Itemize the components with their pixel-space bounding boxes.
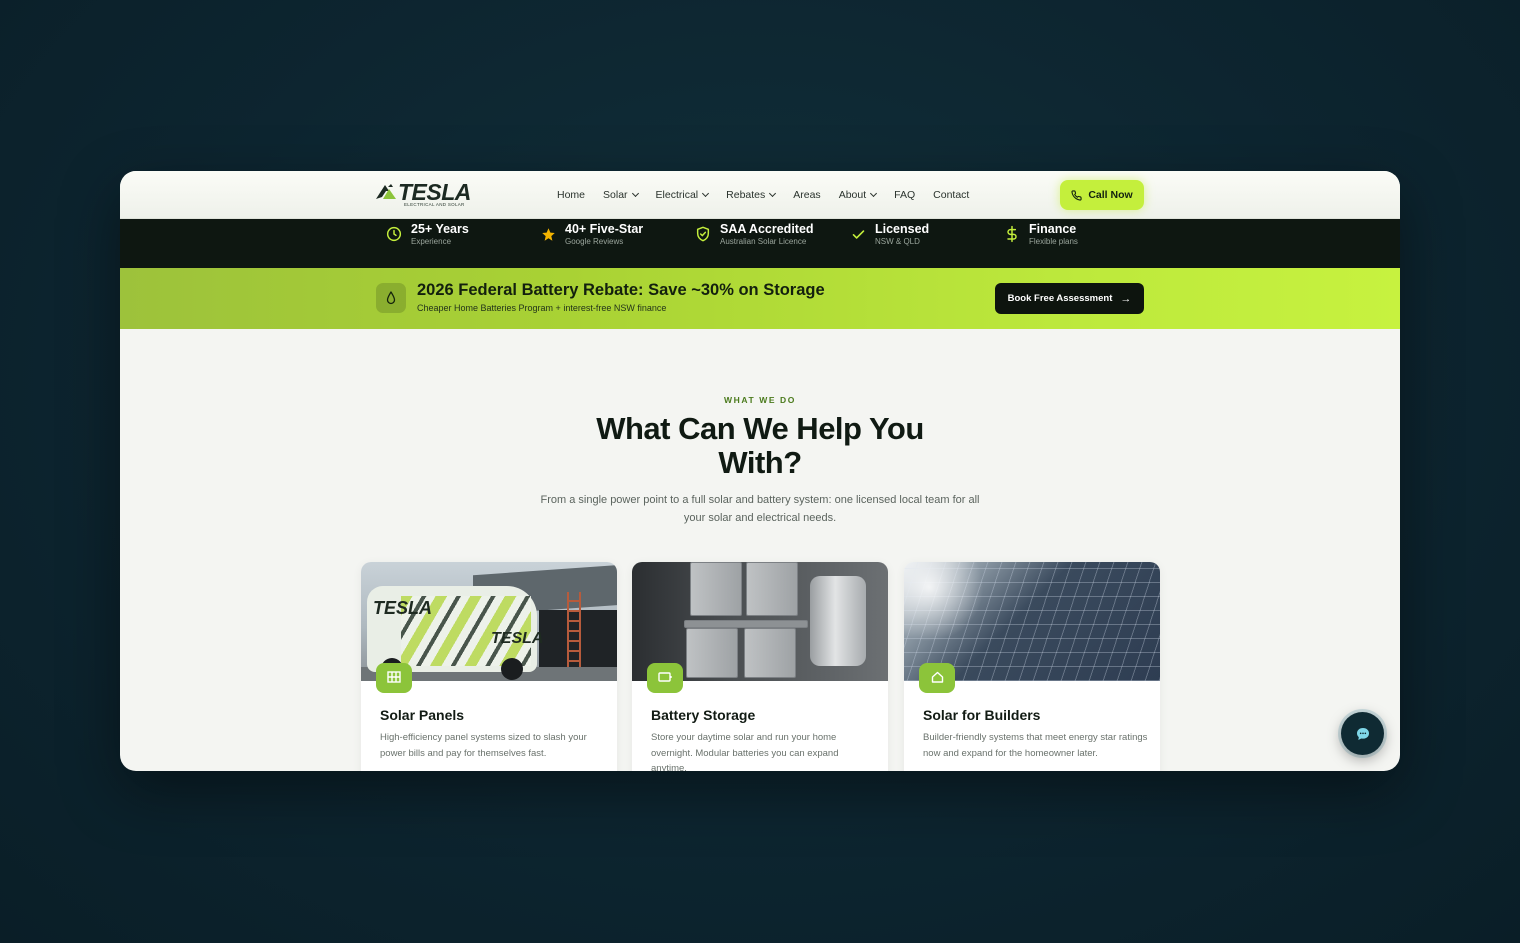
van-logo-text: TESLA xyxy=(491,630,544,647)
rebate-subtitle: Cheaper Home Batteries Program + interes… xyxy=(417,303,667,313)
card-description: Builder-friendly systems that meet energ… xyxy=(923,732,1148,759)
nav-areas[interactable]: Areas xyxy=(793,189,820,201)
chat-widget-button[interactable] xyxy=(1341,712,1384,755)
trust-subtitle: Australian Solar Licence xyxy=(720,236,807,246)
section-lead: From a single power point to a full sola… xyxy=(540,494,980,524)
card-description: Store your daytime solar and run your ho… xyxy=(651,732,839,771)
nav-contact[interactable]: Contact xyxy=(933,189,969,201)
trust-subtitle: Experience xyxy=(411,236,452,246)
house-icon xyxy=(919,663,955,693)
trust-item-finance: Finance Flexible plans xyxy=(1003,219,1078,249)
dollar-icon xyxy=(1003,225,1021,243)
nav-faq[interactable]: FAQ xyxy=(894,189,915,201)
card-title: Battery Storage xyxy=(651,707,756,723)
trust-title: SAA Accredited xyxy=(720,221,814,236)
trust-subtitle: Google Reviews xyxy=(565,236,624,246)
shield-check-icon xyxy=(694,225,712,243)
nav-label: Home xyxy=(557,189,586,201)
chevron-down-icon xyxy=(769,189,777,198)
nav-label: Contact xyxy=(933,189,970,201)
card-title: Solar Panels xyxy=(380,707,465,723)
service-card-battery-storage[interactable]: Battery Storage Store your daytime solar… xyxy=(632,562,888,771)
arrow-right-icon: → xyxy=(1120,292,1132,305)
rebate-title: 2026 Federal Battery Rebate: Save ~30% o… xyxy=(417,281,825,299)
service-card-solar-panels[interactable]: TESLA TESLA Solar Panels High-efficiency… xyxy=(361,562,617,771)
check-icon xyxy=(849,225,867,243)
grid-icon xyxy=(376,663,412,693)
trust-item-licensed: Licensed NSW & QLD xyxy=(849,219,929,249)
drop-icon xyxy=(376,283,406,313)
logo-wordmark: TESLA xyxy=(398,179,471,205)
logo-mark-icon xyxy=(376,184,396,199)
nav-electrical[interactable]: Electrical xyxy=(655,189,710,201)
nav-solar[interactable]: Solar xyxy=(603,189,639,201)
rebate-banner: 2026 Federal Battery Rebate: Save ~30% o… xyxy=(120,268,1400,329)
nav-label: Solar xyxy=(603,189,628,201)
trust-item-accredited: SAA Accredited Australian Solar Licence xyxy=(694,219,814,249)
card-description: High-efficiency panel systems sized to s… xyxy=(380,732,587,759)
trust-subtitle: NSW & QLD xyxy=(875,236,920,246)
chevron-down-icon xyxy=(702,189,710,198)
clock-icon xyxy=(385,225,403,243)
brand-logo[interactable]: TESLA ELECTRICAL AND SOLAR xyxy=(376,179,471,210)
nav-label: About xyxy=(838,189,867,201)
trust-title: 40+ Five-Star xyxy=(565,221,644,236)
call-now-button[interactable]: Call Now xyxy=(1060,180,1144,210)
site-header: TESLA ELECTRICAL AND SOLAR Home Solar El… xyxy=(120,171,1400,219)
trust-title: Licensed xyxy=(875,221,930,236)
logo-tagline: ELECTRICAL AND SOLAR xyxy=(404,202,465,207)
trust-item-experience: 25+ Years Experience xyxy=(385,219,469,249)
battery-icon xyxy=(647,663,683,693)
trust-title: Finance xyxy=(1029,221,1077,236)
nav-label: Electrical xyxy=(655,189,699,201)
nav-label: Areas xyxy=(793,189,821,201)
chevron-down-icon xyxy=(870,189,878,198)
main-menu: Home Solar Electrical Rebates Areas Abou… xyxy=(557,171,987,219)
trust-item-reviews: 40+ Five-Star Google Reviews xyxy=(539,219,643,249)
card-title: Solar for Builders xyxy=(923,707,1041,723)
van-logo-text: TESLA xyxy=(373,598,433,618)
trust-title: 25+ Years xyxy=(411,221,469,236)
book-assessment-button[interactable]: Book Free Assessment → xyxy=(995,283,1144,314)
book-assessment-label: Book Free Assessment xyxy=(1007,293,1113,304)
section-heading: What Can We Help You With? xyxy=(596,411,924,480)
nav-about[interactable]: About xyxy=(838,189,878,201)
section-eyebrow: WHAT WE DO xyxy=(723,395,797,405)
chat-bubble-icon xyxy=(1356,727,1369,740)
trust-bar: 25+ Years Experience 40+ Five-Star Google … xyxy=(120,219,1400,268)
service-card-solar-builders[interactable]: Solar for Builders Builder-friendly syst… xyxy=(904,562,1160,771)
nav-rebates[interactable]: Rebates xyxy=(726,189,777,201)
phone-icon xyxy=(1071,189,1082,201)
call-now-label: Call Now xyxy=(1088,189,1133,201)
nav-label: Rebates xyxy=(726,189,766,201)
star-icon xyxy=(539,225,557,243)
browser-window: TESLA ELECTRICAL AND SOLAR Home Solar El… xyxy=(120,171,1400,771)
nav-home[interactable]: Home xyxy=(557,189,585,201)
trust-subtitle: Flexible plans xyxy=(1029,236,1078,246)
nav-label: FAQ xyxy=(894,189,916,201)
chevron-down-icon xyxy=(631,189,639,198)
